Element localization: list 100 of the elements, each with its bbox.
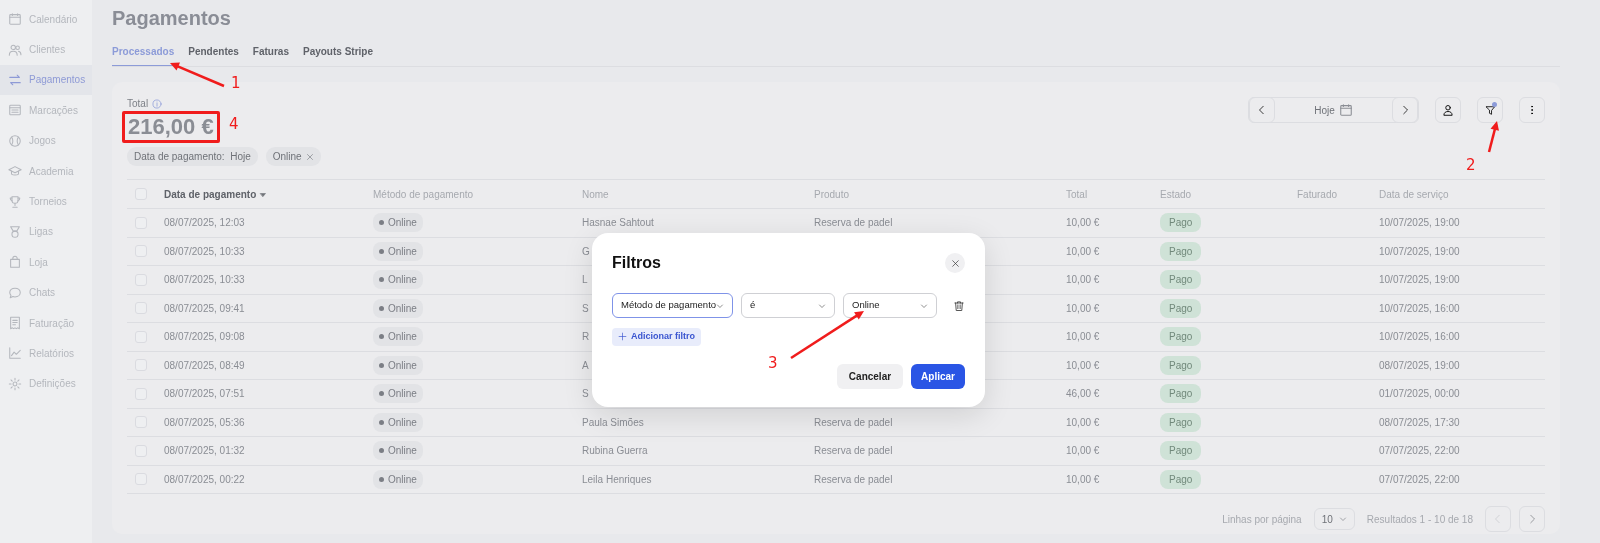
settings-icon <box>8 376 22 391</box>
chat-bubble-icon <box>8 285 22 300</box>
table-cell: 10/07/2025, 16:00 <box>1379 302 1460 314</box>
column-header[interactable]: Produto <box>814 188 850 200</box>
chevron-down-icon <box>920 301 928 310</box>
sort-caret-icon[interactable] <box>259 190 268 199</box>
receipt-icon <box>8 316 22 331</box>
status-tag: Pago <box>1160 412 1202 432</box>
sidebar-item[interactable]: Relatórios <box>0 338 92 369</box>
tab[interactable]: Payouts Stripe <box>302 44 373 66</box>
table-cell: 10,00 € <box>1066 416 1100 428</box>
results-count: Resultados 1 - 10 de 18 <box>1366 512 1473 527</box>
table-cell: Leila Henriques <box>582 473 652 485</box>
table-cell: L <box>582 274 588 286</box>
sidebar-item[interactable]: Torneios <box>0 186 92 217</box>
table-cell: 08/07/2025, 12:03 <box>164 217 245 229</box>
total-amount: 216,00 € <box>128 114 214 140</box>
sidebar-item[interactable]: Pagamentos <box>0 64 92 96</box>
table-cell: 07/07/2025, 22:00 <box>1379 445 1460 457</box>
filter-button[interactable] <box>1477 97 1503 123</box>
previous-day-button[interactable] <box>1249 97 1275 123</box>
sidebar-item[interactable]: Loja <box>0 247 92 278</box>
list-icon <box>8 103 22 118</box>
add-filter-button[interactable]: Adicionar filtro <box>612 328 701 346</box>
arrows-icon <box>8 72 22 87</box>
column-header[interactable]: Data de serviço <box>1379 188 1449 200</box>
payment-method-tag: Online <box>373 441 423 461</box>
rows-per-page-label: Linhas por página <box>1222 512 1302 527</box>
user-button[interactable] <box>1435 97 1461 123</box>
chevron-right-icon <box>1527 514 1537 524</box>
column-header[interactable]: Método de pagamento <box>373 188 474 200</box>
payment-method-tag: Online <box>373 469 423 489</box>
column-header[interactable]: Faturado <box>1297 188 1338 200</box>
date-label[interactable]: Hoje <box>1314 102 1335 118</box>
annotation-number: 3 <box>768 356 778 371</box>
shopping-bag-icon <box>8 255 22 270</box>
payment-method-tag: Online <box>373 213 423 233</box>
chevron-left-icon <box>1257 105 1267 115</box>
table-cell: 10,00 € <box>1066 302 1100 314</box>
column-header[interactable]: Total <box>1066 188 1088 200</box>
dropdown-field[interactable]: Online <box>843 293 937 318</box>
status-tag: Pago <box>1160 298 1202 318</box>
close-button[interactable] <box>945 253 965 273</box>
tab[interactable]: Pendentes <box>188 44 239 66</box>
status-tag: Pago <box>1160 270 1202 290</box>
table-cell: 10,00 € <box>1066 245 1100 257</box>
table-cell: 08/07/2025, 17:30 <box>1379 416 1460 428</box>
payment-method-tag: Online <box>373 412 423 432</box>
sidebar-item[interactable]: Calendário <box>0 4 92 35</box>
table-cell: 08/07/2025, 09:08 <box>164 331 245 343</box>
people-icon <box>8 42 22 57</box>
table-cell: Rubina Guerra <box>582 445 648 457</box>
cancel-button[interactable]: Cancelar <box>836 363 904 389</box>
table-cell: 46,00 € <box>1066 388 1100 400</box>
column-header[interactable]: Estado <box>1160 188 1192 200</box>
sidebar-item[interactable]: Chats <box>0 277 92 308</box>
dropdown-field[interactable]: Método de pagamento <box>612 293 733 318</box>
table-cell: 10/07/2025, 19:00 <box>1379 274 1460 286</box>
calendar-icon[interactable] <box>1338 103 1353 117</box>
payment-method-tag: Online <box>373 355 423 375</box>
table-cell: 08/07/2025, 00:22 <box>164 473 245 485</box>
next-page-button[interactable] <box>1519 506 1545 532</box>
sidebar-item[interactable]: Academia <box>0 155 92 187</box>
filter-chip[interactable]: Online <box>265 147 321 166</box>
table-cell: 10/07/2025, 16:00 <box>1379 331 1460 343</box>
close-icon[interactable] <box>305 152 314 161</box>
annotation-arrow <box>170 62 225 88</box>
annotation-arrow <box>1487 121 1499 153</box>
annotation-number: 1 <box>231 76 241 91</box>
table-cell: Reserva de padel <box>814 445 893 457</box>
next-day-button[interactable] <box>1392 97 1418 123</box>
sidebar-item[interactable]: Faturação <box>0 307 92 339</box>
more-options-button[interactable] <box>1519 97 1545 123</box>
user-icon <box>1442 104 1454 116</box>
trash-icon[interactable] <box>953 299 965 312</box>
table-cell: 10,00 € <box>1066 331 1100 343</box>
trophy-icon <box>8 194 22 209</box>
sidebar-item[interactable]: Marcações <box>0 95 92 126</box>
dropdown-field[interactable]: é <box>741 293 835 318</box>
dialog-title: Filtros <box>612 253 661 273</box>
tab[interactable]: Faturas <box>252 44 289 66</box>
table-cell: 10/07/2025, 19:00 <box>1379 217 1460 229</box>
sidebar-item[interactable]: Ligas <box>0 216 92 248</box>
apply-button[interactable]: Aplicar <box>911 363 965 389</box>
rows-per-page-select[interactable]: 10 <box>1313 508 1355 530</box>
page-title: Pagamentos <box>112 6 232 30</box>
info-icon[interactable] <box>152 98 163 109</box>
status-tag: Pago <box>1160 384 1202 404</box>
table-cell: 08/07/2025, 19:00 <box>1379 359 1460 371</box>
calendar-icon <box>8 12 22 27</box>
chevron-down-icon <box>818 301 826 310</box>
filter-chip[interactable]: Data de pagamento: Hoje <box>127 147 258 166</box>
table-cell: Reserva de padel <box>814 473 893 485</box>
column-header[interactable]: Nome <box>582 188 609 200</box>
status-tag: Pago <box>1160 327 1202 347</box>
table-cell: 10,00 € <box>1066 217 1100 229</box>
column-header[interactable]: Data de pagamento <box>164 188 257 200</box>
table-cell: R <box>582 331 590 343</box>
sidebar-item[interactable]: Clientes <box>0 34 92 65</box>
status-tag: Pago <box>1160 441 1202 461</box>
